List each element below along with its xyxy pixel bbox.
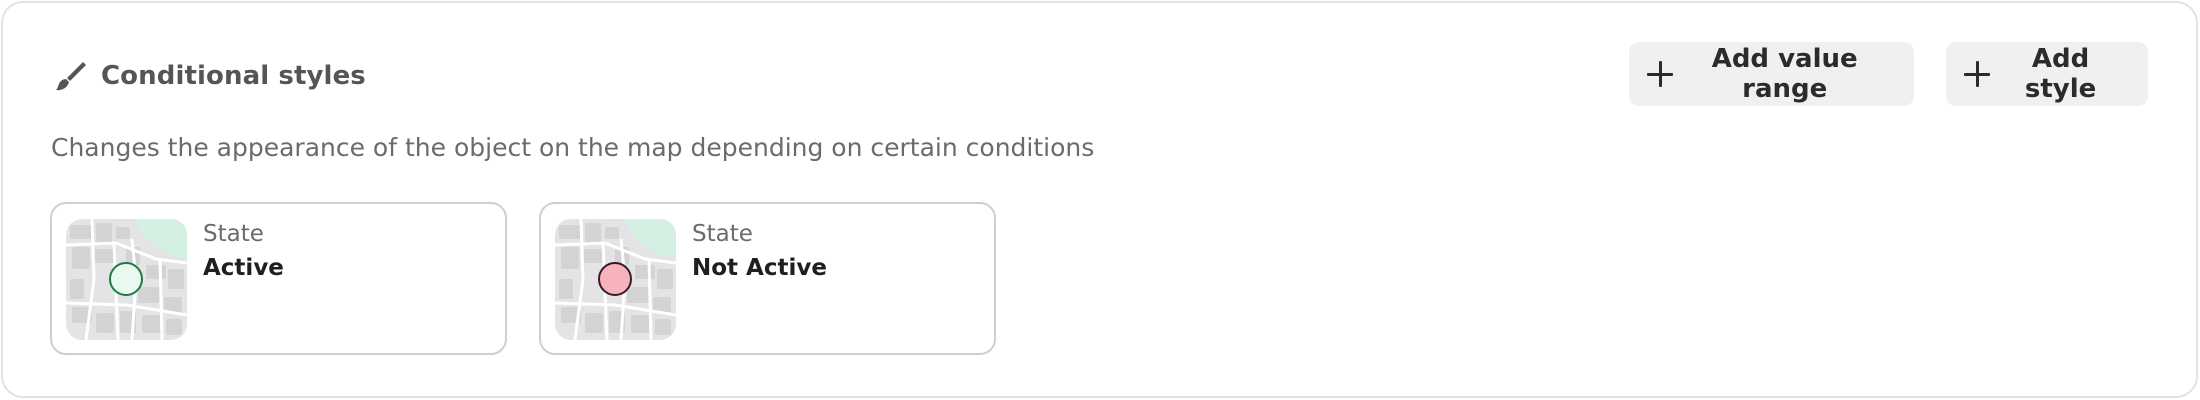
- condition-card-not-active[interactable]: State Not Active: [539, 202, 996, 355]
- plus-icon: [1964, 61, 1991, 87]
- map-preview: [555, 219, 676, 340]
- status-marker: [109, 262, 143, 296]
- condition-card-active[interactable]: State Active: [50, 202, 507, 355]
- card-text: State Active: [203, 221, 284, 281]
- panel-header: Conditional styles: [53, 59, 366, 93]
- condition-value: Not Active: [692, 255, 827, 281]
- map-preview: [66, 219, 187, 340]
- panel-actions: Add value range Add style: [1629, 42, 2148, 106]
- condition-label: State: [203, 221, 264, 247]
- add-value-range-button[interactable]: Add value range: [1629, 42, 1914, 106]
- panel-title: Conditional styles: [101, 61, 366, 91]
- add-value-range-label: Add value range: [1711, 44, 1858, 104]
- add-style-label: Add style: [2024, 44, 2097, 104]
- card-text: State Not Active: [692, 221, 827, 281]
- plus-icon: [1647, 61, 1674, 87]
- status-marker: [598, 262, 632, 296]
- paint-brush-icon: [53, 59, 87, 93]
- condition-value: Active: [203, 255, 284, 281]
- condition-label: State: [692, 221, 753, 247]
- add-style-button[interactable]: Add style: [1946, 42, 2148, 106]
- condition-cards: State Active State Not Active: [50, 202, 996, 355]
- panel-description: Changes the appearance of the object on …: [51, 133, 1095, 162]
- conditional-styles-panel: Conditional styles Add value range Add s…: [1, 1, 2198, 398]
